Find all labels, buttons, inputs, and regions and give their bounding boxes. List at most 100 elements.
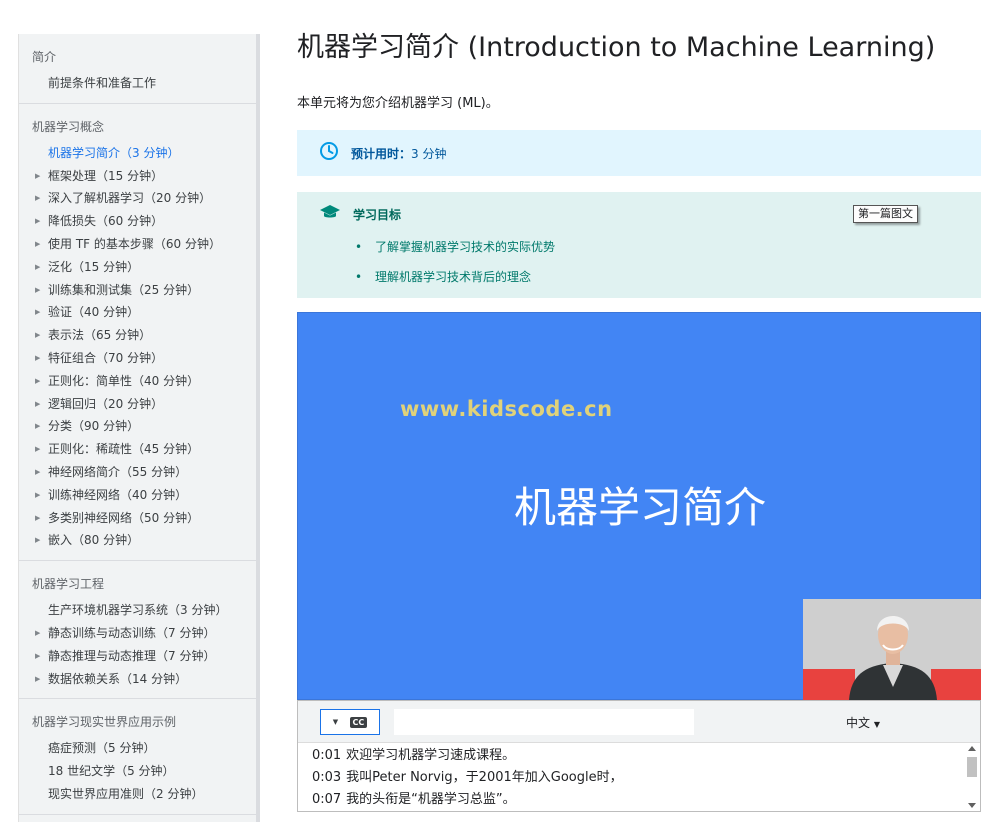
chevron-right-icon[interactable]: ▶ [35,645,40,668]
chevron-right-icon[interactable]: ▶ [35,507,40,530]
chevron-right-icon[interactable]: ▶ [35,324,40,347]
main-content: 机器学习简介 (Introduction to Machine Learning… [297,0,981,822]
chevron-right-icon[interactable]: ▶ [35,279,40,302]
sidebar-item[interactable]: ▶ 框架处理（15 分钟） [19,165,256,188]
sidebar-item[interactable]: ▶ 特征组合（70 分钟） [19,347,256,370]
video-slide-title: 机器学习简介 [513,483,766,532]
sidebar-item[interactable]: ▶ 训练神经网络（40 分钟） [19,484,256,507]
scrollbar-thumb[interactable] [967,757,977,777]
transcript-panel: ▼ CC 中文 ▼ 0:01 欢迎学习机器学习速成课程。 0:03 我叫Peter… [297,700,981,812]
sidebar-item-label: 癌症预测（5 分钟） [48,741,156,756]
sidebar-item[interactable]: 生产环境机器学习系统（3 分钟） [19,599,256,622]
nav-section-title[interactable]: 简介 [19,44,256,72]
nav-section: 机器学习工程 生产环境机器学习系统（3 分钟） ▶ 静态训练与动态训练（7 分钟） ▶ 静… [19,561,256,700]
sidebar-item-label: 逻辑回归（20 分钟） [48,396,164,411]
transcript-text: 欢迎学习机器学习速成课程。 [346,748,516,763]
sidebar-item[interactable]: 现实世界应用准则（2 分钟） [19,783,256,806]
sidebar-item[interactable]: ▶ 嵌入（80 分钟） [19,529,256,552]
sidebar-item[interactable]: ▶ 降低损失（60 分钟） [19,210,256,233]
tooltip: 第一篇图文 [853,205,918,223]
transcript-text: 我的头衔是“机器学习总监”。 [346,792,516,807]
chevron-right-icon[interactable]: ▶ [35,347,40,370]
sidebar-item[interactable]: ▶ 训练集和测试集（25 分钟） [19,279,256,302]
sidebar-item[interactable]: ▶ 静态推理与动态推理（7 分钟） [19,645,256,668]
sidebar-item[interactable]: ▶ 神经网络简介（55 分钟） [19,461,256,484]
sidebar-item-label: 前提条件和准备工作 [48,76,157,90]
chevron-right-icon[interactable]: ▶ [35,393,40,416]
language-selector[interactable]: 中文 ▼ [846,714,880,731]
sidebar-item-label: 现实世界应用准则（2 分钟） [48,786,204,801]
sidebar-item-label: 静态训练与动态训练（7 分钟） [48,625,216,640]
transcript-timestamp[interactable]: 0:03 [312,767,342,789]
chevron-right-icon[interactable]: ▶ [35,233,40,256]
sidebar-item[interactable]: ▶ 静态训练与动态训练（7 分钟） [19,622,256,645]
sidebar-item-label: 降低损失（60 分钟） [48,214,164,229]
caret-down-icon: ▼ [332,718,339,726]
transcript-lines: 0:01 欢迎学习机器学习速成课程。 0:03 我叫Peter Norvig，于2… [298,743,980,811]
sidebar-item[interactable]: ▶ 泛化（15 分钟） [19,256,256,279]
transcript-toolbar: ▼ CC 中文 ▼ [298,701,980,743]
learning-goal-item: 了解掌握机器学习技术的实际优势 [355,232,981,262]
chevron-right-icon[interactable]: ▶ [35,668,40,691]
chevron-right-icon[interactable]: ▶ [35,187,40,210]
sidebar-item[interactable]: 18 世纪文学（5 分钟） [19,760,256,783]
page-title: 机器学习简介 (Introduction to Machine Learning… [297,32,936,63]
sidebar-item[interactable]: ▶ 正则化：稀疏性（45 分钟） [19,438,256,461]
sidebar-item[interactable]: 前提条件和准备工作 [19,72,256,95]
transcript-timestamp[interactable]: 0:07 [312,789,342,811]
sidebar-item[interactable]: ▶ 深入了解机器学习（20 分钟） [19,187,256,210]
sidebar-item-label: 神经网络简介（55 分钟） [48,464,188,479]
transcript-timestamp[interactable]: 0:01 [312,745,342,767]
sidebar-item[interactable]: ▶ 验证（40 分钟） [19,301,256,324]
chevron-right-icon[interactable]: ▶ [35,415,40,438]
sidebar-item[interactable]: ▶ 多类别神经网络（50 分钟） [19,507,256,530]
estimated-time-box: 预计用时：3 分钟 [297,130,981,176]
sidebar-item[interactable]: ▶ 分类（90 分钟） [19,415,256,438]
chevron-right-icon[interactable]: ▶ [35,529,40,552]
sidebar-item-label: 框架处理（15 分钟） [48,168,164,183]
chevron-right-icon[interactable]: ▶ [35,370,40,393]
sidebar-nav: 简介 前提条件和准备工作 机器学习概念 机器学习简介（3 分钟） ▶ 框架处理（15 分钟… [18,34,256,822]
caret-down-icon: ▼ [873,720,880,729]
nav-section-title[interactable]: 机器学习工程 [19,571,256,599]
transcript-text: 我叫Peter Norvig，于2001年加入Google时， [346,770,623,785]
chevron-right-icon[interactable]: ▶ [35,484,40,507]
chevron-right-icon[interactable]: ▶ [35,165,40,188]
sidebar-item-label: 嵌入（80 分钟） [48,533,140,548]
sidebar-item[interactable]: ▶ 表示法（65 分钟） [19,324,256,347]
learning-goals-box: 学习目标 了解掌握机器学习技术的实际优势理解机器学习技术背后的理念 第一篇图文 [297,192,981,298]
sidebar-item[interactable]: 机器学习简介（3 分钟） [19,142,256,165]
transcript-search-input[interactable] [394,709,694,735]
captions-toggle-button[interactable]: ▼ CC [320,709,380,735]
transcript-line[interactable]: 0:07 我的头衔是“机器学习总监”。 [312,789,980,811]
chevron-right-icon[interactable]: ▶ [35,622,40,645]
chevron-right-icon[interactable]: ▶ [35,438,40,461]
sidebar-item-label: 静态推理与动态推理（7 分钟） [48,648,216,663]
transcript-line[interactable]: 0:01 欢迎学习机器学习速成课程。 [312,745,980,767]
chevron-right-icon[interactable]: ▶ [35,210,40,233]
sidebar-scrollbar[interactable] [256,34,260,822]
learning-goal-item: 理解机器学习技术背后的理念 [355,262,981,292]
chevron-right-icon[interactable]: ▶ [35,461,40,484]
chevron-right-icon[interactable]: ▶ [35,301,40,324]
sidebar-item[interactable]: ▶ 正则化：简单性（40 分钟） [19,370,256,393]
video-player[interactable]: www.kidscode.cn 机器学习简介 [297,312,981,700]
transcript-scrollbar[interactable] [966,745,978,809]
sidebar-item[interactable]: ▶ 使用 TF 的基本步骤（60 分钟） [19,233,256,256]
nav-section-title[interactable]: 机器学习概念 [19,114,256,142]
nav-section-title[interactable]: 机器学习现实世界应用示例 [19,709,256,737]
sidebar-item[interactable]: ▶ 数据依赖关系（14 分钟） [19,668,256,691]
sidebar-item-label: 正则化：简单性（40 分钟） [48,373,200,388]
sidebar-item[interactable]: ▶ 逻辑回归（20 分钟） [19,393,256,416]
sidebar-item-label: 验证（40 分钟） [48,305,140,320]
transcript-line[interactable]: 0:03 我叫Peter Norvig，于2001年加入Google时， [312,767,980,789]
sidebar-item-label: 18 世纪文学（5 分钟） [48,764,175,779]
chevron-right-icon[interactable]: ▶ [35,256,40,279]
language-label: 中文 [846,716,871,730]
sidebar-item-label: 泛化（15 分钟） [48,259,140,274]
watermark: www.kidscode.cn [400,397,613,421]
nav-section: 机器学习概念 机器学习简介（3 分钟） ▶ 框架处理（15 分钟） ▶ 深入了解机器学习（… [19,104,256,562]
sidebar-item[interactable]: 癌症预测（5 分钟） [19,737,256,760]
sidebar-item-label: 多类别神经网络（50 分钟） [48,510,200,525]
nav-section: 简介前提条件和准备工作 [19,34,256,104]
